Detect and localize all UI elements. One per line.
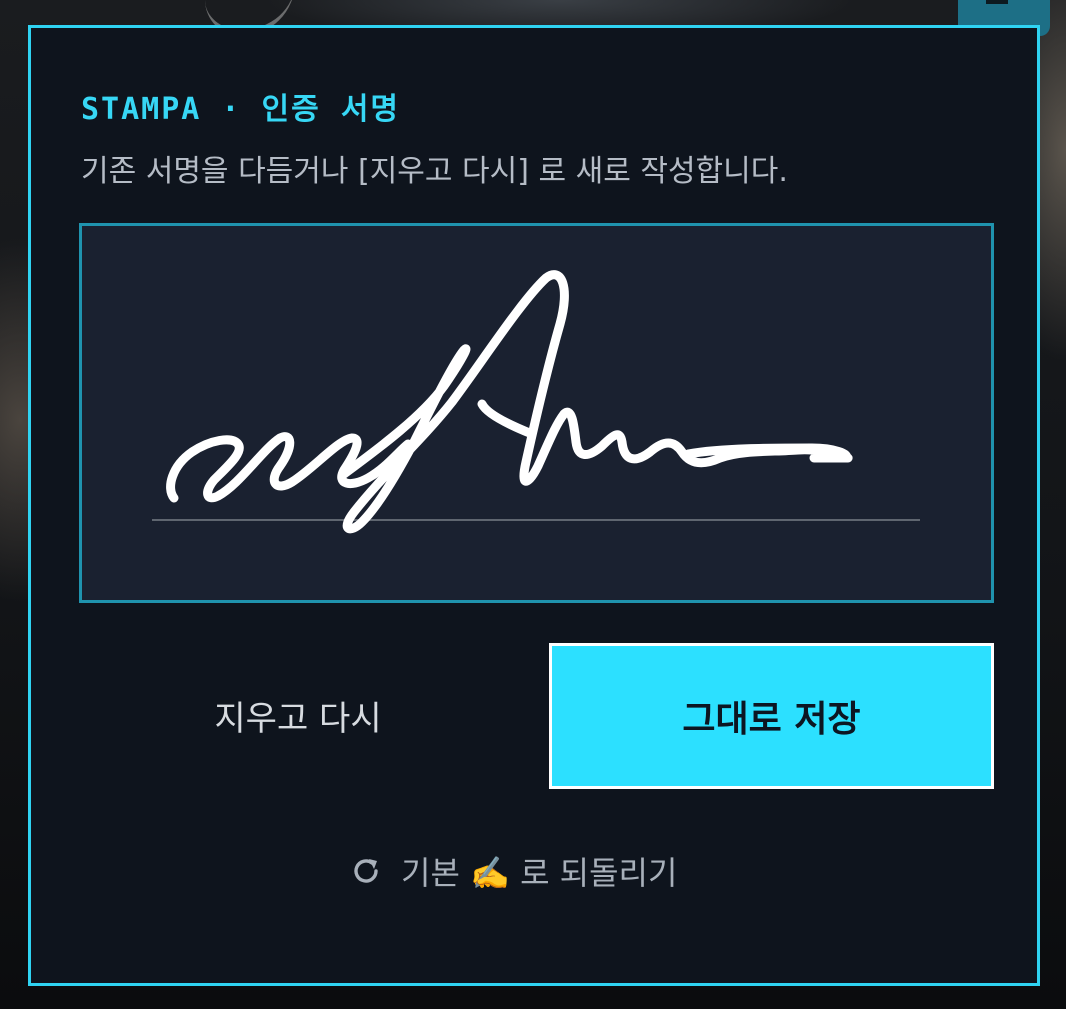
clear-and-redraw-button[interactable]: 지우고 다시 [79, 643, 517, 787]
reset-to-default-link[interactable]: 기본 ✍️ 로 되돌리기 [349, 843, 677, 899]
dialog-eyebrow: STAMPA · 인증 서명 [81, 92, 401, 127]
save-as-is-button[interactable]: 그대로 저장 [549, 643, 994, 789]
signature-pad[interactable] [79, 223, 994, 603]
dialog-subtitle: 기존 서명을 다듬거나 [지우고 다시] 로 새로 작성합니다. [81, 154, 788, 189]
refresh-icon [349, 854, 383, 888]
reset-label: 기본 ✍️ 로 되돌리기 [401, 854, 678, 892]
signature-stroke [166, 270, 853, 534]
background-icon [986, 0, 1008, 4]
signature-dialog: STAMPA · 인증 서명 기존 서명을 다듬거나 [지우고 다시] 로 새로… [28, 25, 1040, 986]
